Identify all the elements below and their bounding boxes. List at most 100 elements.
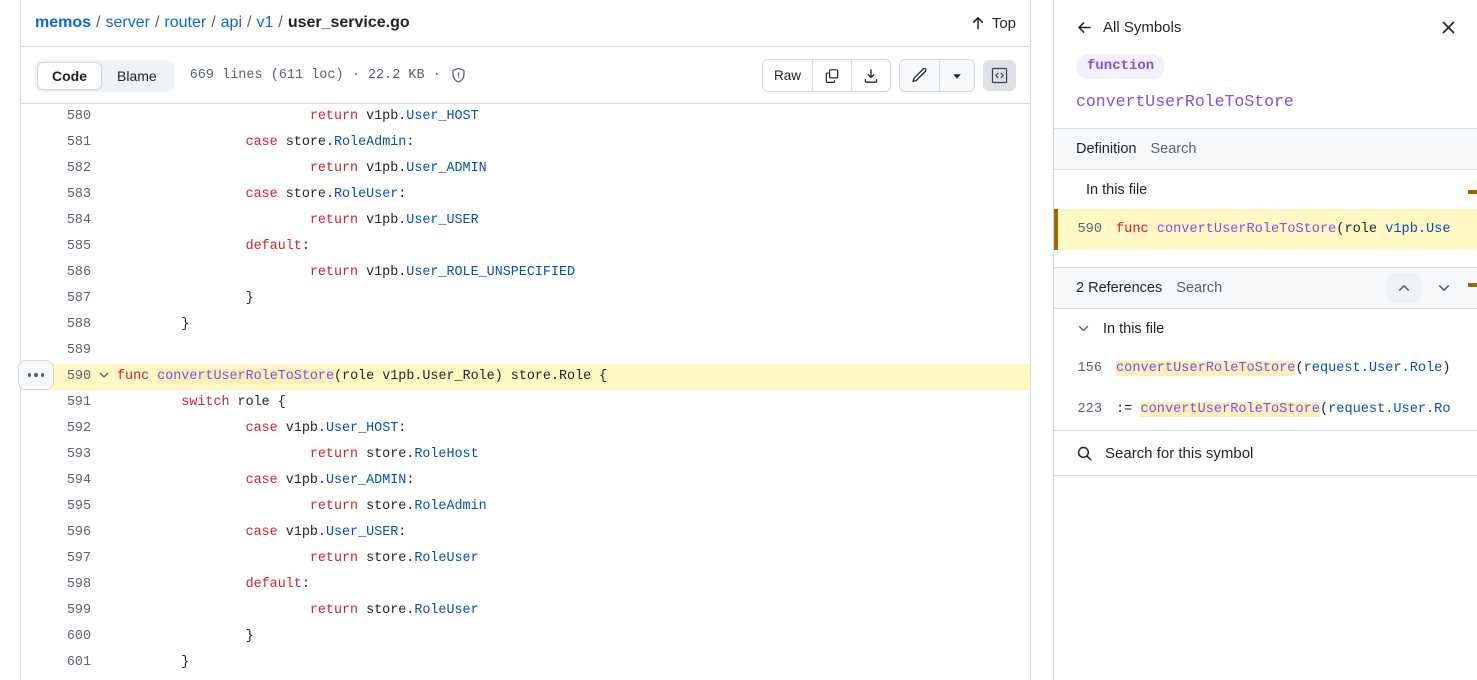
code-token: store.	[358, 551, 415, 566]
chevron-up-icon[interactable]	[1387, 273, 1421, 303]
line-number[interactable]: 599	[21, 598, 91, 624]
line-number[interactable]: 588	[21, 312, 91, 338]
code-token: RoleAdmin	[333, 135, 407, 150]
definition-result-row[interactable]: 590 func convertUserRoleToStore(role v1p…	[1054, 209, 1477, 250]
fold-spacer	[91, 494, 117, 520]
tab-blame[interactable]: Blame	[102, 62, 172, 90]
line-number[interactable]: 601	[21, 650, 91, 676]
back-to-all-symbols-link[interactable]: All Symbols	[1076, 19, 1181, 36]
code-line-row: 599 return store.RoleUser	[21, 598, 1030, 624]
code-line-content: }	[117, 650, 1030, 676]
line-number[interactable]: 584	[21, 208, 91, 234]
fold-spacer	[91, 442, 117, 468]
download-icon[interactable]	[852, 60, 890, 91]
chevron-down-icon[interactable]	[91, 364, 117, 390]
references-group-toggle-row[interactable]: In this file	[1054, 309, 1477, 348]
arrow-up-icon	[970, 15, 986, 31]
line-number[interactable]: 597	[21, 546, 91, 572]
line-number[interactable]: 587	[21, 286, 91, 312]
line-number[interactable]: 585	[21, 234, 91, 260]
code-token: role {	[229, 395, 286, 410]
kebab-dot	[34, 373, 38, 377]
tab-code[interactable]: Code	[37, 61, 102, 90]
code-table: 580 return v1pb.User_HOST 581 case store.…	[21, 104, 1030, 676]
code-token: :	[406, 135, 415, 150]
definition-search-link[interactable]: Search	[1150, 141, 1196, 157]
code-token: :	[406, 473, 415, 488]
code-token: :	[301, 577, 310, 592]
breadcrumb-separator: /	[96, 14, 101, 31]
breadcrumb-segment-api[interactable]: api	[221, 14, 242, 32]
fold-spacer	[91, 416, 117, 442]
code-token: request.User.Ro	[1328, 402, 1451, 417]
code-line-content: return v1pb.User_ROLE_UNSPECIFIED	[117, 260, 1030, 286]
scroll-to-top-link[interactable]: Top	[970, 15, 1016, 32]
raw-copy-download-group: Raw	[761, 59, 891, 92]
breadcrumb-repo[interactable]: memos	[35, 14, 91, 32]
code-token: User_USER	[325, 525, 399, 540]
reference-result-row[interactable]: 156 convertUserRoleToStore(request.User.R…	[1054, 348, 1477, 389]
line-number[interactable]: 598	[21, 572, 91, 598]
file-metadata-text: 669 lines (611 loc) · 22.2 KB ·	[189, 68, 441, 83]
breadcrumb-segment-server[interactable]: server	[105, 14, 149, 32]
kebab-horizontal-icon[interactable]	[18, 360, 54, 390]
symbol-name[interactable]: convertUserRoleToStore	[1076, 92, 1477, 111]
line-number[interactable]: 582	[21, 156, 91, 182]
close-icon[interactable]	[1435, 14, 1461, 40]
code-line-content: return store.RoleAdmin	[117, 494, 1030, 520]
copy-icon[interactable]	[813, 60, 852, 91]
reference-code: := convertUserRoleToStore(request.User.R…	[1116, 402, 1451, 417]
fold-spacer	[91, 338, 117, 364]
code-symbols-toggle-button[interactable]	[983, 60, 1016, 91]
breadcrumb-segment-v1[interactable]: v1	[256, 14, 273, 32]
code-token: :	[301, 239, 310, 254]
code-token: store.	[277, 135, 334, 150]
reference-result-row[interactable]: 223 := convertUserRoleToStore(request.Use…	[1054, 389, 1477, 430]
breadcrumb-separator: /	[211, 14, 216, 31]
code-line-content: return store.RoleUser	[117, 598, 1030, 624]
line-number[interactable]: 600	[21, 624, 91, 650]
line-number[interactable]: 593	[21, 442, 91, 468]
fold-spacer	[91, 260, 117, 286]
fold-spacer	[91, 208, 117, 234]
code-token: v1pb.Use	[1385, 222, 1451, 237]
code-token: v1pb.	[358, 161, 407, 176]
line-number[interactable]: 591	[21, 390, 91, 416]
code-line-row: 580 return v1pb.User_HOST	[21, 104, 1030, 130]
code-listing[interactable]: 580 return v1pb.User_HOST 581 case store.…	[21, 103, 1030, 680]
code-line-content: }	[117, 312, 1030, 338]
references-title: 2 References	[1076, 280, 1163, 296]
fold-spacer	[91, 104, 117, 130]
line-number[interactable]: 583	[21, 182, 91, 208]
code-line-content: return v1pb.User_HOST	[117, 104, 1030, 130]
code-line-row: 585 default:	[21, 234, 1030, 260]
line-number[interactable]: 580	[21, 104, 91, 130]
chevron-down-icon	[1076, 321, 1091, 336]
code-line-content: default:	[117, 234, 1030, 260]
reference-line-number: 223	[1077, 402, 1102, 417]
references-search-link[interactable]: Search	[1176, 280, 1222, 296]
code-token: User_ADMIN	[406, 161, 487, 176]
pencil-icon[interactable]	[900, 60, 940, 91]
code-token: convertUserRoleToStore	[1116, 361, 1296, 376]
shield-check-icon[interactable]	[450, 67, 467, 84]
search-for-this-symbol-button[interactable]: Search for this symbol	[1054, 430, 1477, 476]
fold-spacer	[91, 312, 117, 338]
code-token: }	[117, 629, 254, 644]
chevron-down-icon[interactable]	[1427, 273, 1461, 303]
line-number[interactable]: 595	[21, 494, 91, 520]
line-number[interactable]: 581	[21, 130, 91, 156]
breadcrumb-segment-router[interactable]: router	[164, 14, 206, 32]
file-metadata: 669 lines (611 loc) · 22.2 KB ·	[190, 67, 467, 84]
line-number[interactable]: 594	[21, 468, 91, 494]
line-number[interactable]: 586	[21, 260, 91, 286]
raw-button[interactable]: Raw	[762, 60, 813, 91]
edit-dropdown-button[interactable]	[940, 60, 974, 91]
line-number[interactable]: 596	[21, 520, 91, 546]
code-line-row: 587 }	[21, 286, 1030, 312]
line-number[interactable]: 592	[21, 416, 91, 442]
